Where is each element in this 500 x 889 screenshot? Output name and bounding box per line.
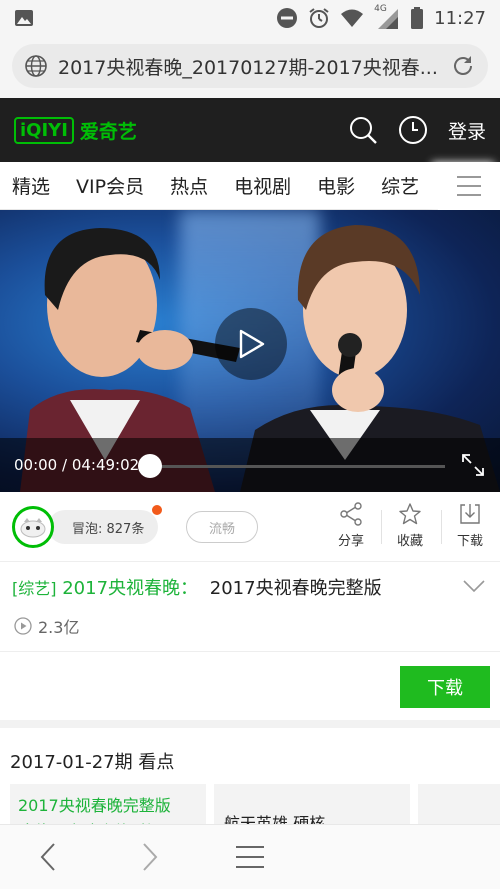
search-icon[interactable] — [348, 115, 378, 145]
menu-icon[interactable] — [234, 841, 266, 873]
progress-track[interactable] — [140, 465, 445, 468]
nav-tab-movies[interactable]: 电影 — [317, 172, 355, 199]
download-label: 下载 — [456, 534, 483, 549]
share-icon — [340, 502, 362, 526]
clock: 11:27 — [434, 7, 486, 29]
logo-mark: iQIYI — [14, 116, 74, 144]
chevron-down-icon[interactable] — [462, 578, 486, 594]
refresh-icon[interactable] — [450, 53, 476, 79]
globe-icon — [25, 55, 47, 77]
progress-knob[interactable] — [138, 454, 162, 478]
url-text[interactable]: 2017央视春晚_20170127期-2017央视春... — [58, 53, 440, 80]
browser-toolbar: 2017央视春晚_20170127期-2017央视春... — [0, 36, 500, 98]
bubble-avatar[interactable] — [12, 506, 54, 548]
play-button[interactable] — [215, 308, 287, 380]
app-download-button[interactable]: 下载 — [400, 666, 490, 708]
video-title: [综艺] 2017央视春晚： 2017央视春晚完整版 — [12, 574, 382, 600]
image-notification-icon — [15, 10, 33, 26]
play-count: 2.3亿 — [14, 614, 79, 638]
nav-tab-variety[interactable]: 综艺 — [381, 172, 419, 199]
show-name[interactable]: 2017央视春晚： — [62, 578, 198, 599]
nav-tab-featured[interactable]: 精选 — [12, 172, 50, 199]
comment-bubble[interactable]: 冒泡: 827条 — [48, 510, 158, 544]
nav-tab-tv-series[interactable]: 电视剧 — [234, 172, 291, 199]
share-label: 分享 — [337, 534, 364, 549]
divider — [381, 510, 382, 544]
share-button[interactable]: 分享 — [329, 502, 373, 549]
category-nav: 精选 VIP会员 热点 电视剧 电影 综艺 — [0, 162, 500, 210]
browser-bottom-bar — [0, 824, 500, 889]
favorite-button[interactable]: 收藏 — [388, 502, 432, 549]
player-controls: 00:00 / 04:49:02 — [0, 438, 500, 492]
iqiyi-logo[interactable]: iQIYI 爱奇艺 — [14, 116, 137, 144]
cell-signal-icon: 4G — [374, 4, 400, 29]
download-icon — [460, 504, 480, 524]
battery-icon — [411, 7, 424, 29]
episode-title: 2017央视春晚完整版 — [209, 578, 382, 599]
highlights-heading: 2017-01-27期 看点 — [10, 752, 175, 773]
quality-selector[interactable]: 流畅 — [186, 511, 258, 543]
playback-time: 00:00 / 04:49:02 — [14, 456, 140, 474]
highlight-card-line: 2017央视春晚完整版 — [18, 796, 171, 815]
status-bar: 4G 11:27 — [0, 0, 500, 36]
favorite-label: 收藏 — [396, 534, 423, 549]
video-action-bar: 冒泡: 827条 流畅 分享 收藏 下载 — [0, 492, 500, 562]
highlight-card[interactable]: 航天英雄 硬核 — [214, 784, 410, 824]
logo-text: 爱奇艺 — [79, 120, 137, 143]
nav-tab-hot[interactable]: 热点 — [170, 172, 208, 199]
site-header: iQIYI 爱奇艺 登录 — [0, 98, 500, 162]
star-icon — [399, 503, 421, 525]
divider — [441, 510, 442, 544]
play-icon — [239, 329, 265, 359]
nav-more-button[interactable] — [438, 162, 500, 210]
page: 4G 11:27 2017央视春晚_20170127期-2017央视春... i… — [0, 0, 500, 889]
nav-tab-vip[interactable]: VIP会员 — [76, 172, 144, 199]
highlight-card[interactable] — [418, 784, 500, 824]
list-menu-icon — [457, 176, 481, 196]
alarm-icon — [309, 8, 329, 28]
app-promo-banner: 下载 — [0, 652, 500, 728]
address-bar[interactable]: 2017央视春晚_20170127期-2017央视春... — [12, 44, 488, 88]
fullscreen-icon[interactable] — [460, 452, 486, 478]
back-icon[interactable] — [36, 841, 60, 873]
history-clock-icon[interactable] — [398, 115, 428, 145]
highlight-card-line: 陈伟霆鹿晗合体引爆 — [10, 816, 206, 824]
wifi-icon — [341, 9, 364, 27]
do-not-disturb-icon — [277, 8, 298, 28]
forward-icon[interactable] — [138, 841, 162, 873]
bubble-count: 冒泡: 827条 — [72, 521, 145, 537]
download-button[interactable]: 下载 — [448, 502, 492, 549]
highlight-card-line: 航天英雄 硬核 — [224, 814, 326, 824]
mascot-icon — [20, 518, 46, 538]
notification-dot — [152, 505, 162, 515]
login-link[interactable]: 登录 — [448, 117, 486, 144]
video-title-section: [综艺] 2017央视春晚： 2017央视春晚完整版 2.3亿 — [0, 562, 500, 652]
play-count-value: 2.3亿 — [38, 618, 80, 637]
highlight-card[interactable]: 2017央视春晚完整版 陈伟霆鹿晗合体引爆 — [10, 784, 206, 824]
category-tag[interactable]: [综艺] — [12, 579, 57, 598]
play-count-icon — [14, 617, 32, 635]
